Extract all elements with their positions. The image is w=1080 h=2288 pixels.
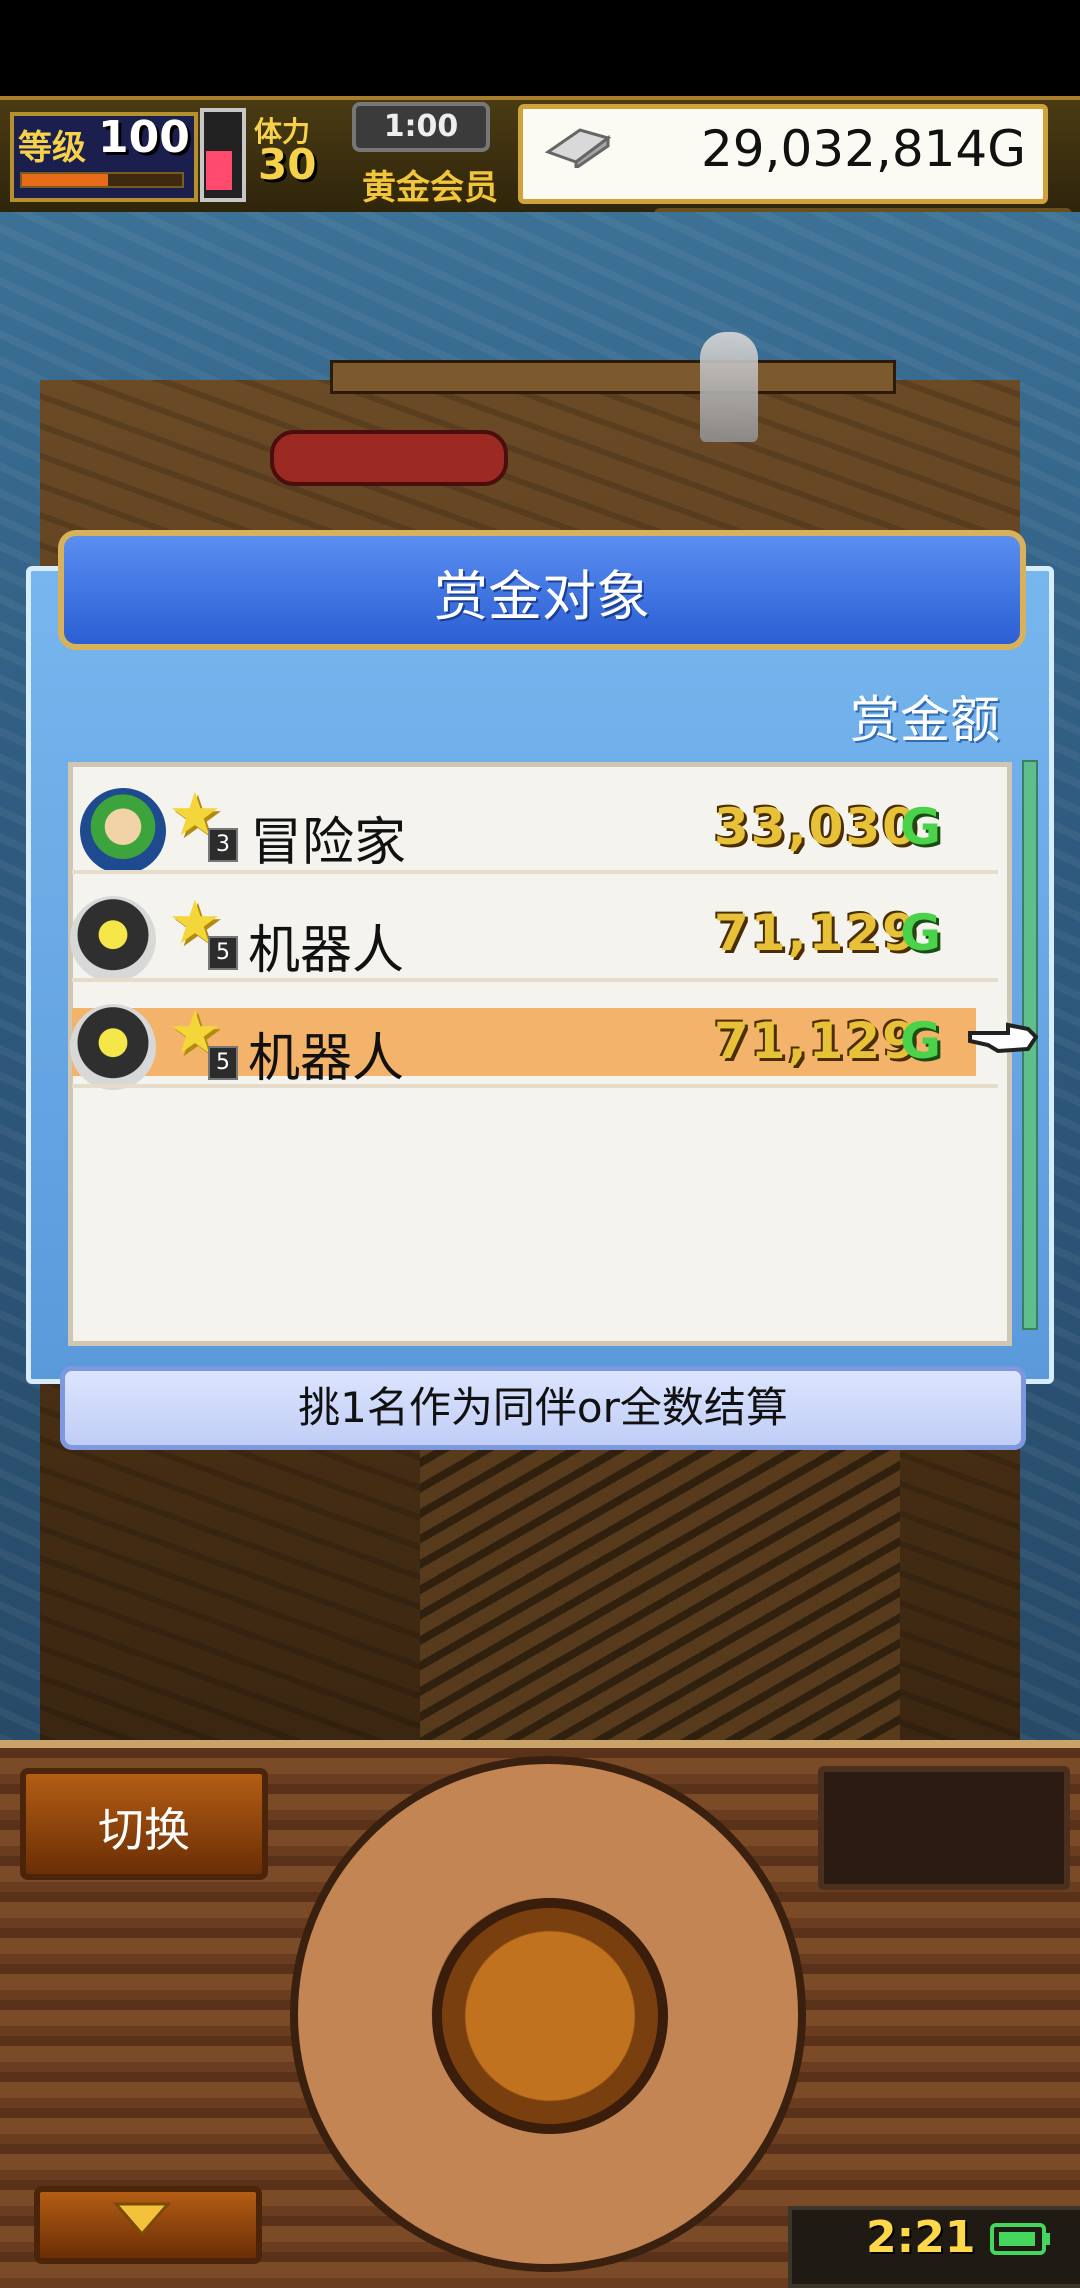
bounty-unit: G: [900, 1012, 942, 1070]
bounty-amount: 33,030: [714, 798, 919, 856]
bounty-column-header: 赏金额: [850, 691, 1000, 749]
rank-badge: 5: [208, 1046, 238, 1080]
stamina-timer: 1:00: [352, 102, 490, 152]
experience-bar-fill: [22, 174, 108, 186]
switch-button-label: 切换: [98, 1803, 190, 1857]
bounty-amount: 71,129: [714, 1012, 919, 1070]
game-clock: 2:21: [866, 2212, 976, 2263]
battery-icon: [990, 2223, 1050, 2255]
row-divider: [72, 978, 998, 982]
target-name: 机器人: [248, 921, 405, 981]
triangle-down-icon: [112, 2202, 172, 2237]
action-button[interactable]: [432, 1898, 668, 2134]
row-divider: [72, 870, 998, 874]
stamina-meter-fill: [206, 151, 232, 190]
cannon: [270, 430, 508, 486]
target-name: 冒险家: [250, 813, 407, 873]
bounty-amount: 71,129: [714, 904, 919, 962]
deck-lamp: [700, 332, 758, 442]
gold-member-label: 黄金会员: [362, 168, 498, 208]
hand-pointer-icon: [968, 1022, 1038, 1054]
target-name: 机器人: [248, 1029, 405, 1089]
gold-amount: 29,032,814G: [700, 120, 1026, 178]
level-label: 等级: [18, 128, 86, 168]
hint-text: 挑1名作为同伴or全数结算: [298, 1383, 788, 1432]
rank-badge: 5: [208, 936, 238, 970]
row-divider: [72, 1084, 998, 1088]
bounty-unit: G: [900, 904, 942, 962]
ship-stairs: [420, 1420, 900, 1740]
empty-slot: [818, 1766, 1070, 1890]
stamina-value: 30: [258, 140, 317, 189]
adventurer-avatar: [80, 788, 166, 874]
status-bar: [0, 0, 1080, 96]
level-value: 100: [98, 112, 190, 163]
bounty-unit: G: [900, 798, 942, 856]
rank-badge: 3: [208, 828, 238, 862]
dialog-title: 赏金对象: [434, 565, 650, 628]
ship-railing: [330, 360, 896, 394]
robot-avatar: [70, 1004, 156, 1090]
robot-avatar: [70, 896, 156, 982]
